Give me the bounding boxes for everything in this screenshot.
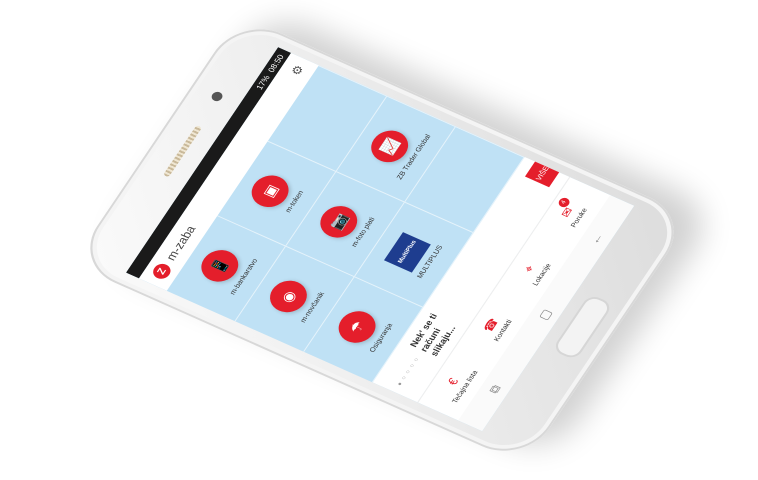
- carousel-dots[interactable]: ● ○ ○ ○ ○: [397, 357, 421, 387]
- unread-badge: 4: [556, 196, 572, 209]
- gear-icon[interactable]: ⚙: [288, 63, 307, 78]
- front-camera: [209, 90, 225, 103]
- phone-body: 17% 08:50 Z m-zaba ⚙ 📱 m-bankarstvo ▣ m-…: [71, 14, 693, 466]
- location-pin-icon: ⌖: [520, 262, 537, 275]
- message-icon-glyph: ✉: [557, 205, 577, 220]
- back-icon[interactable]: ←: [587, 231, 607, 247]
- home-icon[interactable]: ▢: [536, 307, 555, 322]
- vise-button[interactable]: VIŠE >: [524, 154, 564, 188]
- phone-mockup: 17% 08:50 Z m-zaba ⚙ 📱 m-bankarstvo ▣ m-…: [0, 0, 758, 480]
- phone-screen: 17% 08:50 Z m-zaba ⚙ 📱 m-bankarstvo ▣ m-…: [125, 47, 635, 432]
- message-icon: ✉ 4: [556, 196, 577, 220]
- recent-apps-icon[interactable]: ⧉: [486, 382, 505, 395]
- zaba-logo-icon: Z: [149, 261, 174, 282]
- currency-icon: €: [444, 375, 462, 388]
